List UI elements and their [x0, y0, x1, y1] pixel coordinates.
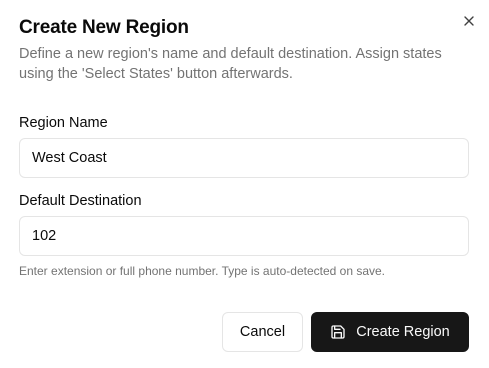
- cancel-button-label: Cancel: [239, 324, 286, 340]
- dialog-title: Create New Region: [19, 17, 189, 38]
- close-button[interactable]: [460, 12, 478, 30]
- default-destination-input[interactable]: [19, 216, 469, 256]
- default-destination-label: Default Destination: [19, 193, 142, 209]
- dialog-description: Define a new region's name and default d…: [19, 46, 442, 82]
- create-region-button[interactable]: Create Region: [311, 312, 469, 352]
- create-region-button-label: Create Region: [356, 324, 450, 340]
- region-name-label: Region Name: [19, 115, 108, 131]
- create-region-dialog: Create New Region Define a new region's …: [0, 0, 489, 368]
- default-destination-hint: Enter extension or full phone number. Ty…: [19, 264, 386, 278]
- close-icon: [464, 16, 474, 26]
- region-name-input[interactable]: [19, 138, 469, 178]
- save-icon: [330, 324, 346, 340]
- cancel-button[interactable]: Cancel: [222, 312, 303, 352]
